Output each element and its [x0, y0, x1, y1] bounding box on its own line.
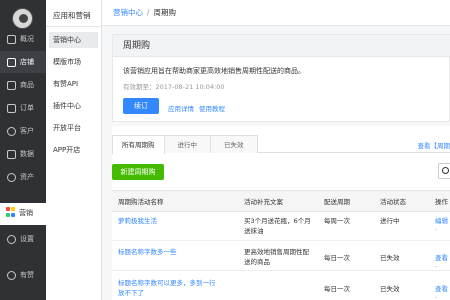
assets-icon [7, 172, 16, 182]
breadcrumb-separator: / [147, 8, 150, 17]
sub-item-marketing-center[interactable]: 营销中心 [49, 32, 98, 48]
nav-label: 有赞 [20, 271, 34, 279]
primary-sidebar: 概况 店铺 商品 订单 客户 数据 资产 营销 设置 有赞 [0, 0, 46, 300]
main-content: 营销中心 / 周期购 周期购 该营销应用旨在帮助商家更高效地销售周期性配送的商品… [102, 0, 450, 300]
sub-item-api[interactable]: 有赞API [49, 76, 98, 92]
breadcrumb: 营销中心 / 周期购 [102, 0, 450, 26]
activity-name[interactable]: 标题名称字数可以更多，多到一行 [118, 279, 216, 288]
sub-item-open-platform[interactable]: 开放平台 [49, 120, 98, 136]
tab-ongoing[interactable]: 进行中 [163, 135, 211, 153]
activity-desc: 送抹油 [244, 227, 264, 235]
customers-icon [7, 126, 16, 136]
view-link[interactable]: 查看【周期 [418, 140, 450, 150]
activity-desc: 更高效地销售周期性配 [244, 248, 309, 256]
nav-item-customers[interactable]: 客户 [0, 120, 46, 142]
nav-item-overview[interactable]: 概况 [0, 28, 46, 50]
app-detail-link[interactable]: 应用详情 [168, 103, 194, 113]
secondary-sidebar: 应用和营销 营销中心 模版市场 有赞API 插件中心 开放平台 APP开店 [46, 0, 102, 300]
delivery-period: 每日一次 [324, 254, 350, 262]
nav-label: 概况 [20, 35, 34, 43]
gear-icon [7, 234, 16, 244]
breadcrumb-current: 周期购 [153, 8, 177, 17]
delivery-period: 每周一次 [324, 217, 350, 225]
nav-label: 数据 [20, 150, 34, 158]
nav-item-goods[interactable]: 商品 [0, 74, 46, 96]
nav-label: 资产 [20, 173, 34, 181]
tab-expired[interactable]: 已失效 [210, 135, 258, 153]
nav-label: 设置 [20, 235, 34, 243]
activity-desc: 送的商品 [244, 258, 270, 266]
nav-label-marketing: 营销 [19, 209, 33, 217]
breadcrumb-parent[interactable]: 营销中心 [113, 7, 143, 18]
status: 已失效 [380, 285, 400, 293]
marketing-icon [6, 207, 16, 217]
nav-label: 店铺 [20, 58, 34, 66]
app-description: 该营销应用旨在帮助商家更高效地销售周期性配送的商品。 [123, 67, 305, 75]
divider [46, 26, 102, 27]
activity-name[interactable]: 标题名称字数多一些 [118, 248, 177, 257]
tutorial-link[interactable]: 使用教程 [199, 103, 225, 113]
table-row: 萝莉极我生活 买3个月送花瓶，6个月 送抹油 每周一次 进行中 编辑 · [112, 212, 450, 241]
view-link[interactable]: 查看 · [435, 254, 450, 272]
view-link[interactable]: 查看 · [435, 285, 450, 300]
data-icon [7, 149, 16, 159]
table-row: 标题名称字数多一些 更高效地销售周期性配 送的商品 每日一次 已失效 查看 · [112, 241, 450, 271]
nav-item-settings[interactable]: 设置 [0, 228, 46, 250]
app-intro-card: 周期购 该营销应用旨在帮助商家更高效地销售周期性配送的商品。 有效期至：2017… [112, 34, 450, 122]
column-header: 活动补充文案 [244, 198, 283, 206]
edit-link[interactable]: 编辑 · [435, 217, 450, 235]
nav-label: 客户 [20, 127, 34, 135]
expiry-text: 有效期至：2017-08-21 10:04:00 [123, 83, 225, 91]
renew-button[interactable]: 续订 [123, 98, 159, 114]
nav-item-assets[interactable]: 资产 [0, 166, 46, 188]
activity-name-continued[interactable]: 放不下了 [118, 289, 144, 298]
nav-item-orders[interactable]: 订单 [0, 97, 46, 119]
nav-item-youzan[interactable]: 有赞 [0, 264, 46, 286]
orders-icon [7, 103, 16, 113]
activity-desc: 买3个月送花瓶，6个月 [244, 217, 311, 225]
tab-all[interactable]: 所有周期购 [112, 135, 165, 154]
nav-item-data[interactable]: 数据 [0, 143, 46, 165]
nav-item-shop[interactable]: 店铺 [0, 51, 46, 73]
activity-name[interactable]: 萝莉极我生活 [118, 217, 157, 226]
goods-icon [7, 80, 16, 90]
status: 已失效 [380, 254, 400, 262]
status: 进行中 [380, 217, 400, 225]
youzan-icon [7, 270, 16, 280]
column-header: 配送周期 [324, 198, 350, 206]
sub-item-plugin-center[interactable]: 插件中心 [49, 98, 98, 114]
secondary-sidebar-title: 应用和营销 [53, 11, 91, 20]
new-activity-button[interactable]: 新建周期购 [112, 164, 164, 180]
avatar[interactable] [12, 8, 33, 29]
column-header: 活动状态 [380, 198, 406, 206]
shop-icon [7, 57, 16, 67]
app-title: 周期购 [113, 35, 450, 57]
column-header: 周期购活动名称 [118, 198, 164, 206]
nav-label: 订单 [20, 104, 34, 112]
nav-label: 商品 [20, 81, 34, 89]
column-header: 操作 [435, 198, 448, 206]
delivery-period: 每日一次 [324, 285, 350, 293]
overview-icon [7, 34, 16, 44]
sub-item-app-store[interactable]: APP开店 [49, 142, 98, 158]
status-tabs: 所有周期购 进行中 已失效 [112, 135, 450, 154]
search-icon [442, 167, 449, 174]
search-button[interactable] [438, 163, 450, 179]
table-row: 标题名称字数可以更多，多到一行 放不下了 每日一次 已失效 查看 · [112, 271, 450, 300]
table-header: 周期购活动名称 活动补充文案 配送周期 活动状态 操作 [112, 190, 450, 212]
sub-item-template-market[interactable]: 模版市场 [49, 54, 98, 70]
activity-panel: 所有周期购 进行中 已失效 查看【周期 新建周期购 周期购活动名称 活动补充文案… [112, 126, 450, 300]
